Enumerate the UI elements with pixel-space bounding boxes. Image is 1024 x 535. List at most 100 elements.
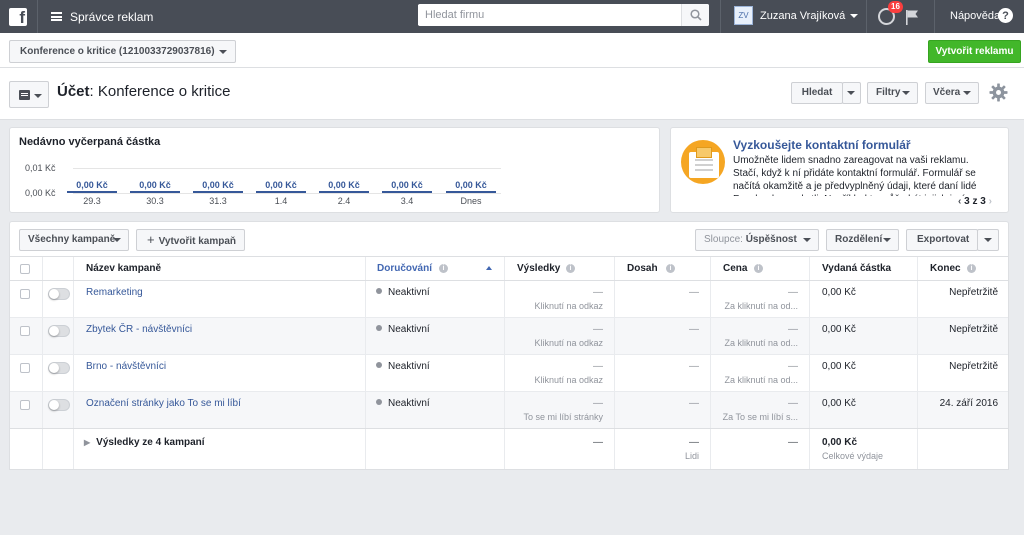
spent-value: 0,00 Kč: [822, 324, 856, 335]
gear-icon[interactable]: [989, 83, 1008, 102]
end-value: Nepřetržitě: [949, 287, 998, 298]
user-menu[interactable]: ZV Zuzana Vrajíková: [734, 6, 859, 25]
info-icon[interactable]: i: [754, 264, 763, 273]
row-checkbox[interactable]: [20, 289, 30, 299]
end-value: Nepřetržitě: [949, 324, 998, 335]
filters-label: Filtry: [876, 87, 901, 98]
campaign-name-link[interactable]: Označení stránky jako To se mi líbí: [86, 398, 241, 409]
create-ad-button[interactable]: Vytvořit reklamu: [928, 40, 1021, 63]
campaigns-table: Název kampaně Doručování i Výsledky i Dosa…: [9, 256, 1009, 470]
spend-value: 0,00 Kč: [193, 180, 243, 193]
breakdown-label: Rozdělení: [835, 234, 883, 245]
export-button[interactable]: Exportovat: [906, 229, 978, 251]
price-value: —: [788, 361, 798, 372]
table-row[interactable]: Zbytek ČR - návštěvníci Neaktivní — Klik…: [10, 318, 1008, 355]
columns-dropdown[interactable]: Sloupce: Úspěšnost: [695, 229, 819, 251]
delivery-label: Neaktivní: [388, 324, 430, 335]
summary-toggle[interactable]: ▶ Výsledky ze 4 kampaní: [84, 437, 205, 448]
all-campaigns-dropdown[interactable]: Všechny kampaně: [19, 229, 129, 251]
table-row[interactable]: Remarketing Neaktivní — Kliknutí na odka…: [10, 281, 1008, 318]
price-type: Za To se mi líbí s...: [722, 412, 798, 422]
topbar-divider: [720, 0, 721, 33]
campaign-toggle[interactable]: [48, 325, 70, 337]
spend-column: 0,00 Kč 30.3: [130, 180, 180, 206]
summary-reach: —: [689, 437, 699, 448]
spend-date: 1.4: [274, 196, 288, 206]
status-dot-icon: [376, 288, 382, 294]
select-all-checkbox[interactable]: [20, 264, 30, 274]
page-title-prefix: Účet: [57, 83, 90, 100]
campaign-name-link[interactable]: Brno - návštěvníci: [86, 361, 166, 372]
spend-date: 3.4: [400, 196, 414, 206]
spent-value: 0,00 Kč: [822, 287, 856, 298]
help-icon[interactable]: ?: [998, 8, 1013, 23]
flag-icon[interactable]: [905, 9, 919, 28]
chevron-right-icon[interactable]: ›: [989, 196, 992, 207]
reach-value: —: [689, 398, 699, 409]
info-icon[interactable]: i: [967, 264, 976, 273]
y-axis-label: 0,01 Kč: [25, 163, 56, 173]
results-value: —: [593, 361, 603, 372]
document-icon: [19, 90, 30, 100]
row-checkbox[interactable]: [20, 326, 30, 336]
page-header: Účet: Konference o kritice Hledat Filtry…: [0, 68, 1024, 120]
search-options-button[interactable]: [842, 82, 861, 104]
campaign-toggle[interactable]: [48, 362, 70, 374]
header-delivery: Doručování: [377, 263, 433, 274]
summary-spent: 0,00 Kč: [822, 437, 858, 448]
header-cell[interactable]: Výsledky i: [505, 257, 615, 280]
summary-reach-unit: Lidi: [684, 451, 699, 461]
spent-value: 0,00 Kč: [822, 398, 856, 409]
campaign-toggle[interactable]: [48, 399, 70, 411]
info-icon[interactable]: i: [566, 264, 575, 273]
filters-button[interactable]: Filtry: [867, 82, 918, 104]
help-link[interactable]: Nápověda: [950, 10, 1000, 22]
search-icon: [689, 9, 702, 21]
status-dot-icon: [376, 399, 382, 405]
row-checkbox[interactable]: [20, 363, 30, 373]
table-row[interactable]: Brno - návštěvníci Neaktivní — Kliknutí …: [10, 355, 1008, 392]
summary-row: ▶ Výsledky ze 4 kampaní — — Lidi — 0,00 K…: [10, 429, 1008, 469]
chevron-down-icon: [963, 91, 971, 95]
header-cell[interactable]: Vydaná částka: [810, 257, 918, 280]
summary-spent-label: Celkové výdaje: [822, 451, 884, 461]
create-campaign-button[interactable]: + Vytvořit kampaň: [136, 229, 245, 251]
date-range-button[interactable]: Včera: [925, 82, 979, 104]
chevron-down-icon: [218, 50, 227, 54]
y-axis-label: 0,00 Kč: [25, 188, 56, 198]
table-row[interactable]: Označení stránky jako To se mi líbí Neak…: [10, 392, 1008, 429]
campaign-toggle[interactable]: [48, 288, 70, 300]
search-campaigns-button[interactable]: Hledat: [791, 82, 843, 104]
campaign-name-link[interactable]: Remarketing: [86, 287, 143, 298]
campaign-name-link[interactable]: Zbytek ČR - návštěvníci: [86, 324, 192, 335]
app-title[interactable]: Správce reklam: [70, 10, 153, 24]
header-cell[interactable]: Dosah i: [615, 257, 711, 280]
results-type: Kliknutí na odkaz: [534, 375, 603, 385]
row-checkbox[interactable]: [20, 400, 30, 410]
results-type: Kliknutí na odkaz: [534, 301, 603, 311]
chevron-left-icon[interactable]: ‹: [958, 196, 961, 207]
header-cell: [43, 257, 74, 280]
header-spent: Vydaná částka: [822, 263, 892, 274]
facebook-logo-icon[interactable]: f: [9, 7, 27, 27]
header-end: Konec: [930, 263, 961, 274]
business-search-input[interactable]: [418, 5, 681, 25]
header-cell[interactable]: Název kampaně: [74, 257, 366, 280]
info-icon[interactable]: i: [666, 264, 675, 273]
breakdown-dropdown[interactable]: Rozdělení: [826, 229, 899, 251]
header-cell[interactable]: Konec i: [918, 257, 1008, 280]
summary-label: Výsledky ze 4 kampaní: [96, 437, 205, 448]
table-header: Název kampaně Doručování i Výsledky i Dosa…: [10, 257, 1008, 281]
spend-date: Dnes: [460, 196, 482, 206]
menu-icon[interactable]: [51, 12, 62, 21]
spend-value: 0,00 Kč: [130, 180, 180, 193]
account-selector[interactable]: Konference o kritice (1210033729037816): [9, 40, 236, 63]
header-cell[interactable]: Doručování i: [366, 257, 505, 280]
header-cell[interactable]: Cena i: [711, 257, 810, 280]
export-options-button[interactable]: [977, 229, 999, 251]
info-icon[interactable]: i: [439, 264, 448, 273]
view-switcher-button[interactable]: [9, 81, 49, 108]
search-button[interactable]: [681, 4, 709, 26]
promo-title[interactable]: Vyzkoušejte kontaktní formulář: [733, 138, 911, 152]
sort-ascending-icon: [486, 266, 492, 270]
